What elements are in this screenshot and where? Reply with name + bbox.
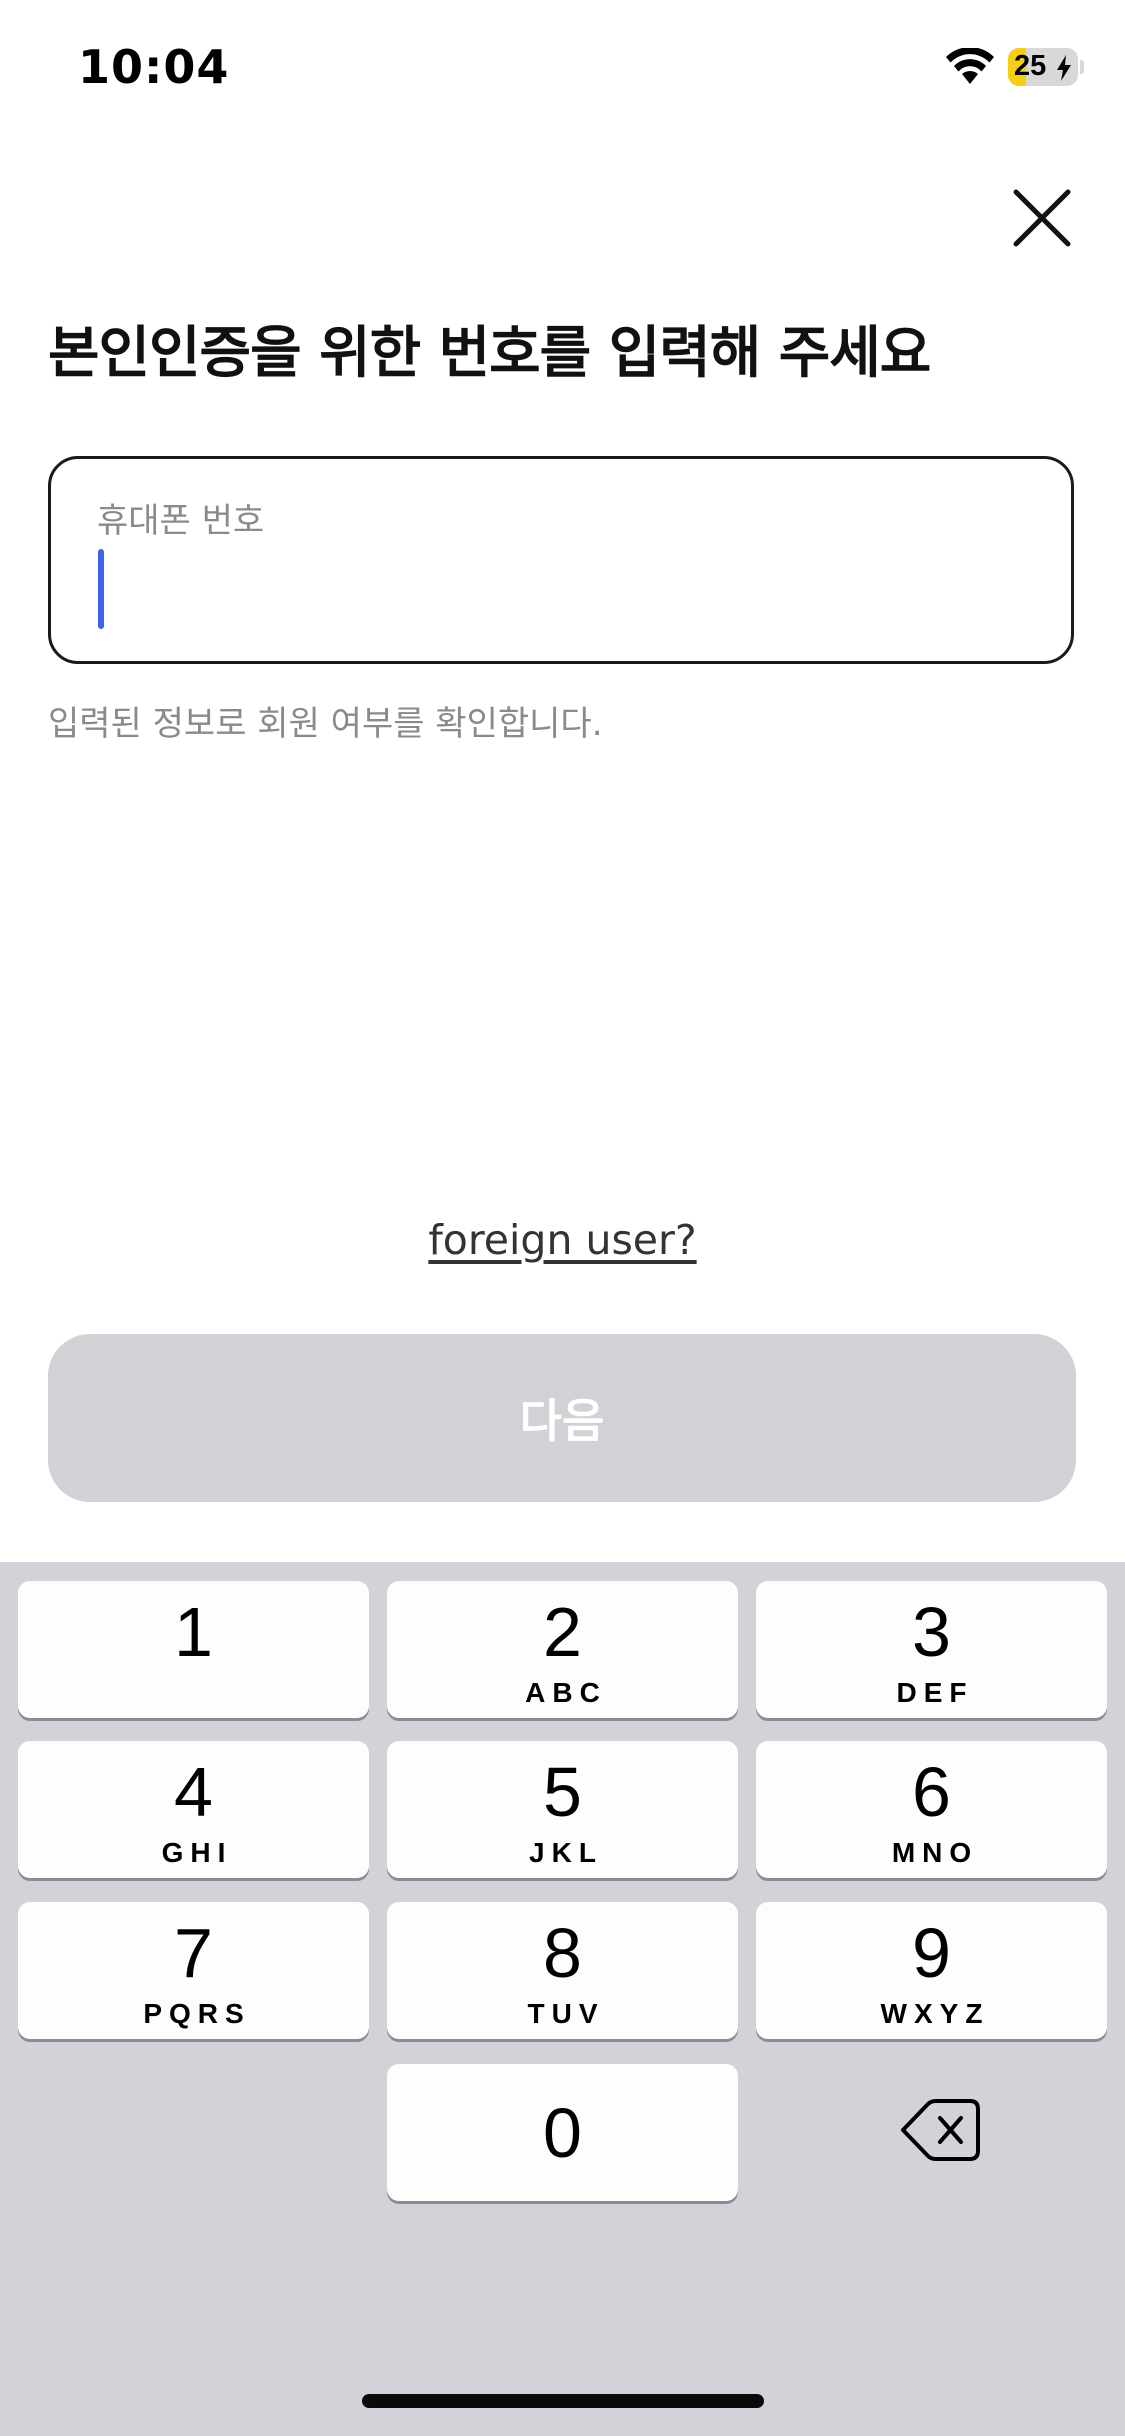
phone-number-input[interactable] <box>95 547 1015 629</box>
key-letters: DEF <box>896 1677 974 1708</box>
key-7[interactable]: 7 PQRS <box>18 1902 369 2039</box>
foreign-user-link[interactable]: foreign user? <box>0 1216 1125 1264</box>
status-bar: 10:04 25 <box>0 0 1125 140</box>
key-9[interactable]: 9 WXYZ <box>756 1902 1107 2039</box>
key-letters: MNO <box>891 1837 979 1868</box>
key-digit: 3 <box>912 1593 951 1671</box>
key-1[interactable]: 1 <box>18 1581 369 1718</box>
phone-number-field[interactable]: 휴대폰 번호 <box>48 456 1074 664</box>
wifi-icon <box>946 48 994 84</box>
key-digit: 9 <box>912 1914 951 1992</box>
key-digit: 5 <box>543 1753 582 1831</box>
key-6[interactable]: 6 MNO <box>756 1741 1107 1878</box>
home-indicator <box>362 2394 764 2408</box>
backspace-key[interactable] <box>756 2062 1107 2199</box>
key-4[interactable]: 4 GHI <box>18 1741 369 1878</box>
key-letters: JKL <box>529 1837 603 1868</box>
key-5[interactable]: 5 JKL <box>387 1741 738 1878</box>
battery-indicator: 25 <box>1008 48 1078 86</box>
key-digit: 2 <box>543 1593 582 1671</box>
key-letters: PQRS <box>143 1998 251 2029</box>
key-2[interactable]: 2 ABC <box>387 1581 738 1718</box>
key-letters: GHI <box>161 1837 233 1868</box>
battery-level: 25 <box>1014 50 1047 82</box>
backspace-icon <box>901 2099 980 2161</box>
key-digit: 0 <box>543 2094 582 2172</box>
key-0[interactable]: 0 <box>387 2064 738 2201</box>
next-button[interactable]: 다음 <box>48 1334 1076 1502</box>
key-letters: WXYZ <box>880 1998 990 2029</box>
page-title: 본인인증을 위한 번호를 입력해 주세요 <box>48 321 931 386</box>
text-cursor <box>98 549 104 629</box>
status-time: 10:04 <box>78 40 230 94</box>
key-digit: 1 <box>174 1593 213 1671</box>
key-digit: 8 <box>543 1914 582 1992</box>
close-button[interactable] <box>1010 186 1074 250</box>
key-digit: 7 <box>174 1914 213 1992</box>
key-3[interactable]: 3 DEF <box>756 1581 1107 1718</box>
phone-number-label: 휴대폰 번호 <box>97 501 265 541</box>
next-button-label: 다음 <box>519 1394 605 1448</box>
key-digit: 6 <box>912 1753 951 1831</box>
key-digit: 4 <box>174 1753 213 1831</box>
key-8[interactable]: 8 TUV <box>387 1902 738 2039</box>
close-icon <box>1013 189 1071 247</box>
key-letters: ABC <box>525 1677 607 1708</box>
key-letters: TUV <box>527 1998 605 2029</box>
charging-bolt-icon <box>1057 55 1071 81</box>
helper-text: 입력된 정보로 회원 여부를 확인합니다. <box>48 704 603 744</box>
battery-cap <box>1080 60 1084 74</box>
